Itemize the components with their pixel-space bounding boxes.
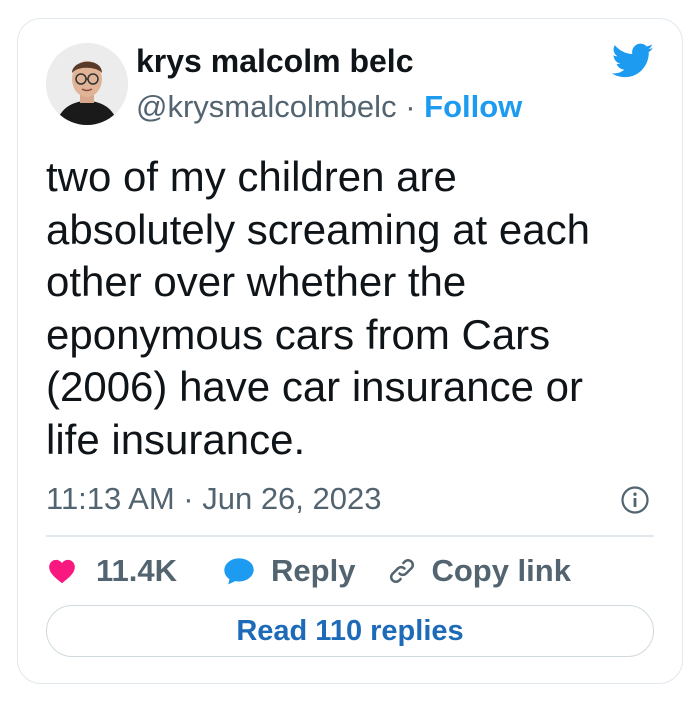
tweet-line: life insurance. — [46, 415, 306, 463]
tweet-actions: 11.4K Reply Copy link — [48, 553, 571, 589]
copy-link-label: Copy link — [431, 553, 571, 588]
tweet-card: krys malcolm belc @krysmalcolmbelc · Fol… — [17, 18, 683, 684]
read-replies-button[interactable]: Read 110 replies — [46, 605, 654, 657]
reply-button[interactable]: Reply — [223, 553, 355, 589]
tweet-text: two of my children are absolutely scream… — [46, 151, 666, 466]
follow-button[interactable]: Follow — [424, 89, 522, 124]
divider — [46, 535, 654, 537]
tweet-line: two of my children are — [46, 153, 457, 200]
copy-link-button[interactable]: Copy link — [387, 553, 571, 589]
avatar[interactable] — [46, 43, 128, 125]
link-icon — [390, 558, 415, 584]
tweet-line: absolutely screaming at each — [46, 205, 590, 253]
author-handle-row: @krysmalcolmbelc · Follow — [136, 89, 522, 125]
heart-icon — [49, 559, 75, 584]
author-handle[interactable]: @krysmalcolmbelc — [136, 89, 397, 124]
like-count: 11.4K — [96, 553, 178, 588]
tweet-line: other over whether the — [46, 258, 467, 305]
speech-bubble-icon — [224, 558, 254, 585]
twitter-bird-icon[interactable] — [612, 43, 654, 79]
like-button[interactable]: 11.4K — [48, 553, 177, 589]
reply-label: Reply — [271, 553, 356, 588]
author-name[interactable]: krys malcolm belc — [136, 43, 413, 80]
tweet-line: eponymous cars from Cars — [46, 310, 551, 358]
info-icon[interactable] — [620, 485, 650, 515]
tweet-line: (2006) have car insurance or — [46, 363, 583, 410]
handle-separator: · — [396, 89, 425, 124]
avatar-image — [46, 43, 128, 125]
tweet-timestamp[interactable]: 11:13 AM · Jun 26, 2023 — [46, 481, 382, 517]
